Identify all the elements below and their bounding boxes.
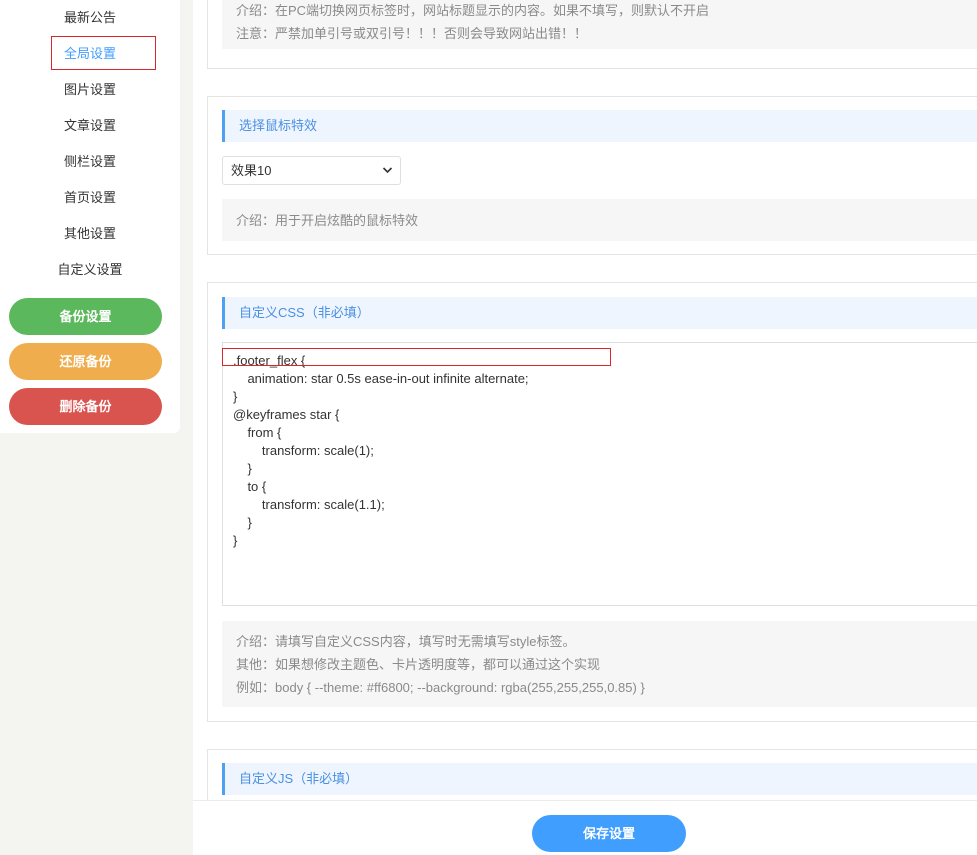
- section-title: 自定义CSS（非必填）: [222, 297, 977, 329]
- description-example: 例如：body { --theme: #ff6800; --background…: [236, 680, 645, 695]
- description-intro: 介绍：请填写自定义CSS内容，填写时无需填写style标签。: [236, 634, 576, 649]
- description-intro: 介绍：用于开启炫酷的鼠标特效: [236, 213, 419, 228]
- delete-backup-button[interactable]: 删除备份: [9, 388, 162, 425]
- select-value: 效果10: [231, 163, 272, 178]
- settings-panel: 介绍：在PC端切换网页标签时，网站标题显示的内容。如果不填写，则默认不开启 注意…: [193, 0, 977, 800]
- description-other: 其他：如果想修改主题色、卡片透明度等，都可以通过这个实现: [236, 657, 601, 672]
- code-line: @keyframes star {: [233, 407, 340, 422]
- sidebar: 最新公告 全局设置 图片设置 文章设置 侧栏设置 首页设置 其他设置 自定义设置…: [0, 0, 180, 433]
- custom-js-card: 自定义JS（非必填）: [207, 749, 977, 800]
- title-switch-description: 介绍：在PC端切换网页标签时，网站标题显示的内容。如果不填写，则默认不开启 注意…: [222, 0, 977, 49]
- section-title: 自定义JS（非必填）: [222, 763, 977, 795]
- sidebar-item-custom-settings[interactable]: 自定义设置: [0, 252, 180, 288]
- description-note: 注意：严禁加单引号或双引号！！！否则会导致网站出错！！: [236, 26, 588, 41]
- chevron-down-icon: [382, 157, 393, 195]
- code-line: }: [233, 389, 238, 404]
- mouse-effect-card: 选择鼠标特效 效果10 介绍：用于开启炫酷的鼠标特效: [207, 96, 977, 255]
- sidebar-item-global-settings[interactable]: 全局设置: [0, 36, 180, 72]
- code-line: }: [233, 533, 238, 548]
- save-settings-button[interactable]: 保存设置: [532, 815, 686, 852]
- custom-css-textarea[interactable]: .footer_flex { animation: star 0.5s ease…: [222, 342, 977, 606]
- code-line: transform: scale(1.1);: [233, 497, 385, 512]
- description-intro: 介绍：在PC端切换网页标签时，网站标题显示的内容。如果不填写，则默认不开启: [236, 3, 710, 18]
- title-switch-card: 介绍：在PC端切换网页标签时，网站标题显示的内容。如果不填写，则默认不开启 注意…: [207, 0, 977, 69]
- custom-css-description: 介绍：请填写自定义CSS内容，填写时无需填写style标签。 其他：如果想修改主…: [222, 621, 977, 707]
- restore-backup-button[interactable]: 还原备份: [9, 343, 162, 380]
- mouse-effect-description: 介绍：用于开启炫酷的鼠标特效: [222, 199, 977, 241]
- sidebar-item-other-settings[interactable]: 其他设置: [0, 216, 180, 252]
- css-code-content: .footer_flex { animation: star 0.5s ease…: [222, 348, 611, 550]
- code-line: animation: star 0.5s ease-in-out infinit…: [233, 371, 529, 386]
- code-line: }: [233, 461, 252, 476]
- section-title: 选择鼠标特效: [222, 110, 977, 142]
- footer-bar: 保存设置: [193, 800, 977, 855]
- sidebar-item-sidebar-settings[interactable]: 侧栏设置: [0, 144, 180, 180]
- code-line: transform: scale(1);: [233, 443, 374, 458]
- code-line: from {: [233, 425, 282, 440]
- sidebar-item-article-settings[interactable]: 文章设置: [0, 108, 180, 144]
- mouse-effect-select[interactable]: 效果10: [222, 156, 401, 185]
- sidebar-item-home-settings[interactable]: 首页设置: [0, 180, 180, 216]
- code-line: }: [233, 515, 252, 530]
- code-line: to {: [233, 479, 267, 494]
- code-line: .footer_flex {: [233, 353, 306, 368]
- sidebar-item-image-settings[interactable]: 图片设置: [0, 72, 180, 108]
- custom-css-card: 自定义CSS（非必填） .footer_flex { animation: st…: [207, 282, 977, 722]
- sidebar-item-announcements[interactable]: 最新公告: [0, 0, 180, 36]
- backup-settings-button[interactable]: 备份设置: [9, 298, 162, 335]
